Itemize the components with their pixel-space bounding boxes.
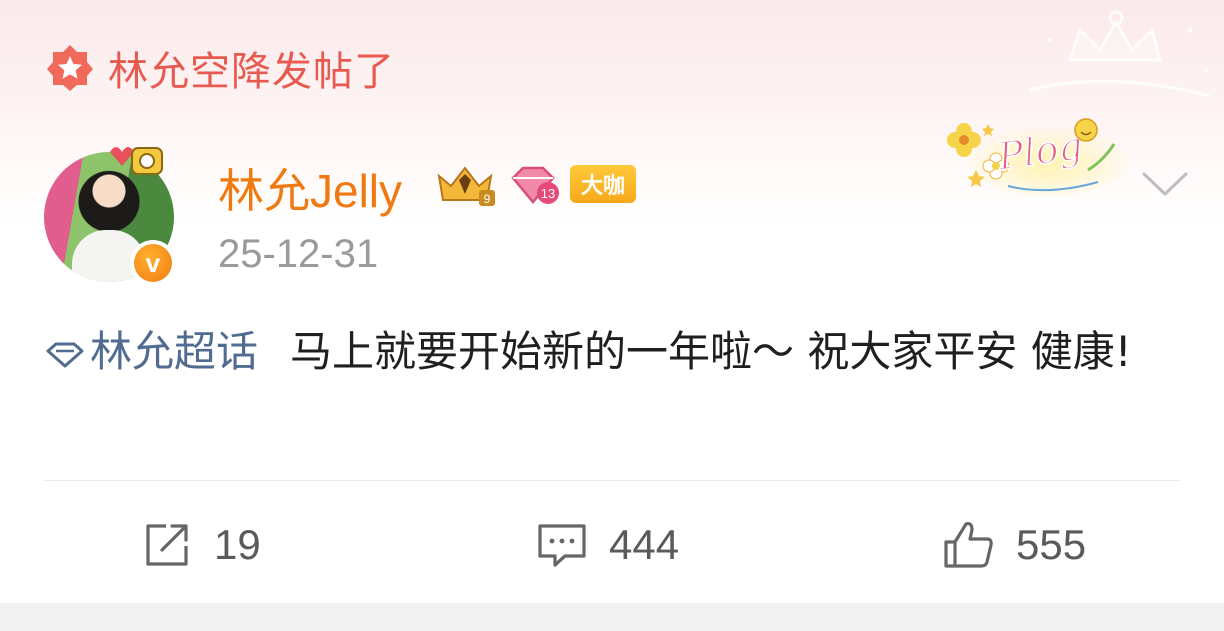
super-topic-diamond-icon bbox=[46, 342, 84, 367]
comment-icon bbox=[538, 524, 586, 567]
like-count: 555 bbox=[1016, 521, 1087, 568]
repost-button[interactable]: 19 bbox=[140, 510, 261, 580]
svg-text:9: 9 bbox=[484, 192, 491, 206]
comment-button[interactable]: 444 bbox=[535, 510, 679, 580]
author-name[interactable]: 林允Jelly bbox=[218, 155, 402, 221]
svg-text:13: 13 bbox=[541, 186, 555, 201]
vip-badge[interactable]: 大咖 bbox=[570, 165, 636, 203]
comment-count: 444 bbox=[609, 521, 680, 568]
crown-decoration-icon bbox=[1029, 10, 1211, 98]
like-button[interactable]: 555 bbox=[942, 510, 1086, 580]
avatar-frame-decoration-icon bbox=[110, 147, 163, 175]
crown-level-badge-icon[interactable]: 9 bbox=[433, 160, 497, 208]
verified-v-icon: v bbox=[134, 244, 172, 282]
super-topic-link[interactable]: 林允超话 bbox=[44, 327, 258, 376]
post-date: 25-12-31 bbox=[218, 232, 379, 276]
verified-badge: v bbox=[130, 240, 176, 286]
thumbs-up-icon bbox=[944, 522, 993, 568]
super-topic-label: 林允超话 bbox=[90, 327, 259, 376]
divider bbox=[44, 480, 1180, 481]
chevron-down-icon[interactable] bbox=[1140, 166, 1190, 200]
repost-icon bbox=[146, 524, 188, 566]
feed-separator bbox=[0, 603, 1224, 631]
live-banner[interactable]: 林允空降发帖了 bbox=[44, 40, 395, 96]
post-body-text: 马上就要开始新的一年啦～ 祝大家平安 健康! bbox=[290, 327, 1132, 376]
post-card: 林允空降发帖了 v 林允Jelly 9 13 大咖 25-12-31 Plog … bbox=[0, 0, 1224, 603]
diamond-level-badge-icon[interactable]: 13 bbox=[509, 164, 561, 206]
repost-count: 19 bbox=[214, 521, 261, 568]
plog-sticker-icon[interactable]: Plog bbox=[938, 112, 1132, 198]
post-content: 林允超话 马上就要开始新的一年啦～ 祝大家平安 健康! bbox=[44, 318, 1180, 386]
star-medal-icon bbox=[47, 45, 93, 91]
banner-text: 林允空降发帖了 bbox=[108, 49, 395, 95]
